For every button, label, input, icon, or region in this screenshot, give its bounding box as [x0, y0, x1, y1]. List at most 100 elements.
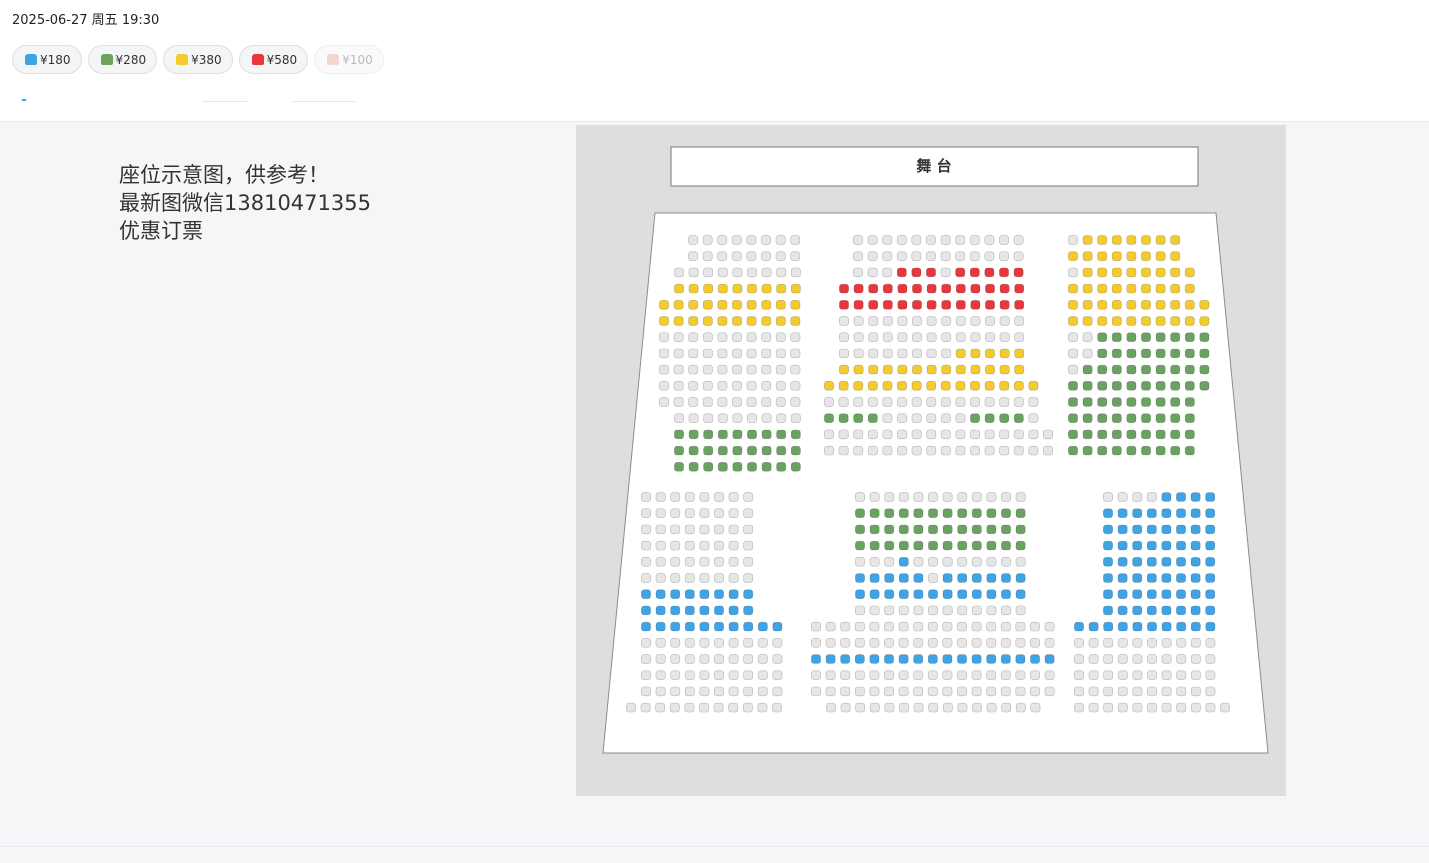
seat-280[interactable] — [957, 524, 968, 535]
seat-180[interactable] — [1205, 605, 1216, 616]
seat-280[interactable] — [867, 413, 878, 423]
seat-180[interactable] — [1117, 540, 1128, 551]
seat-380[interactable] — [1082, 283, 1093, 294]
seat-280[interactable] — [747, 429, 757, 440]
seat-180[interactable] — [884, 589, 895, 599]
seat-180[interactable] — [1190, 540, 1201, 551]
seat-580[interactable] — [868, 300, 879, 310]
seat-280[interactable] — [1155, 429, 1166, 440]
seat-380[interactable] — [1068, 283, 1078, 294]
seat-180[interactable] — [957, 589, 968, 599]
seat-380[interactable] — [985, 348, 995, 359]
seat-180[interactable] — [1103, 540, 1113, 551]
seat-180[interactable] — [1117, 508, 1128, 518]
seat-180[interactable] — [1190, 621, 1201, 632]
seat-180[interactable] — [1132, 508, 1143, 518]
seat-380[interactable] — [1097, 251, 1108, 261]
seat-180[interactable] — [1205, 573, 1216, 583]
seat-380[interactable] — [1082, 300, 1093, 310]
seat-280[interactable] — [747, 445, 757, 456]
seat-280[interactable] — [1184, 381, 1195, 391]
seat-180[interactable] — [1190, 589, 1201, 599]
seat-180[interactable] — [1000, 654, 1011, 664]
seat-280[interactable] — [1199, 381, 1210, 391]
seat-180[interactable] — [913, 573, 924, 583]
seat-280[interactable] — [913, 540, 924, 551]
seat-180[interactable] — [757, 621, 768, 632]
seat-180[interactable] — [1190, 573, 1201, 583]
seat-380[interactable] — [1082, 251, 1093, 261]
seat-280[interactable] — [957, 540, 968, 551]
seat-280[interactable] — [1068, 397, 1078, 407]
seat-180[interactable] — [898, 573, 909, 583]
seat-180[interactable] — [884, 654, 894, 664]
seat-180[interactable] — [1117, 557, 1128, 567]
seat-280[interactable] — [1111, 413, 1122, 423]
seat-180[interactable] — [714, 621, 724, 632]
seat-380[interactable] — [1184, 300, 1195, 310]
seat-380[interactable] — [1111, 251, 1122, 261]
seat-380[interactable] — [688, 283, 699, 294]
seat-180[interactable] — [1015, 573, 1026, 583]
seat-180[interactable] — [957, 573, 968, 583]
seat-580[interactable] — [882, 283, 893, 294]
seat-280[interactable] — [776, 429, 787, 440]
seat-380[interactable] — [1068, 300, 1078, 310]
seat-580[interactable] — [926, 267, 936, 278]
seat-380[interactable] — [1141, 251, 1151, 261]
seat-280[interactable] — [1001, 524, 1011, 535]
seat-380[interactable] — [941, 364, 952, 375]
seat-280[interactable] — [1126, 413, 1137, 423]
seat-380[interactable] — [702, 300, 713, 310]
seat-280[interactable] — [1126, 445, 1137, 456]
seat-380[interactable] — [1111, 316, 1122, 326]
seat-280[interactable] — [1184, 332, 1195, 342]
seat-180[interactable] — [942, 573, 953, 583]
seat-280[interactable] — [1015, 524, 1026, 535]
seat-380[interactable] — [673, 300, 684, 310]
seat-580[interactable] — [839, 283, 849, 294]
seat-280[interactable] — [1097, 445, 1108, 456]
seat-180[interactable] — [1146, 508, 1157, 518]
seat-280[interactable] — [1141, 413, 1151, 423]
seat-180[interactable] — [1015, 589, 1026, 599]
seat-280[interactable] — [1141, 445, 1151, 456]
seat-380[interactable] — [999, 381, 1010, 391]
seat-280[interactable] — [1184, 364, 1195, 375]
seat-180[interactable] — [927, 654, 938, 664]
seat-180[interactable] — [1176, 540, 1186, 551]
seat-380[interactable] — [1170, 267, 1181, 278]
seat-280[interactable] — [898, 508, 909, 518]
seat-580[interactable] — [868, 283, 879, 294]
seat-180[interactable] — [869, 573, 880, 583]
seat-280[interactable] — [1111, 445, 1122, 456]
seat-580[interactable] — [984, 267, 995, 278]
seat-380[interactable] — [1097, 235, 1108, 245]
seat-280[interactable] — [884, 508, 895, 518]
seat-180[interactable] — [1117, 589, 1128, 599]
seat-380[interactable] — [1170, 251, 1181, 261]
seat-280[interactable] — [855, 508, 865, 518]
seat-280[interactable] — [986, 540, 997, 551]
seat-280[interactable] — [1126, 381, 1137, 391]
seat-280[interactable] — [1141, 332, 1151, 342]
price-chip[interactable]: ¥380 — [163, 45, 233, 74]
seat-180[interactable] — [898, 589, 909, 599]
seat-280[interactable] — [942, 524, 953, 535]
seat-280[interactable] — [732, 429, 743, 440]
seat-580[interactable] — [969, 267, 980, 278]
seat-380[interactable] — [838, 381, 849, 391]
seat-280[interactable] — [1082, 445, 1093, 456]
seat-280[interactable] — [1170, 348, 1181, 359]
seat-180[interactable] — [699, 589, 710, 599]
seat-280[interactable] — [1013, 413, 1024, 423]
seat-180[interactable] — [1146, 540, 1157, 551]
seat-180[interactable] — [986, 573, 997, 583]
seat-380[interactable] — [790, 316, 801, 326]
seat-280[interactable] — [1184, 445, 1195, 456]
seat-280[interactable] — [971, 508, 982, 518]
seat-280[interactable] — [1126, 397, 1137, 407]
seat-280[interactable] — [1155, 397, 1166, 407]
seat-280[interactable] — [1155, 364, 1166, 375]
seat-280[interactable] — [1199, 332, 1210, 342]
